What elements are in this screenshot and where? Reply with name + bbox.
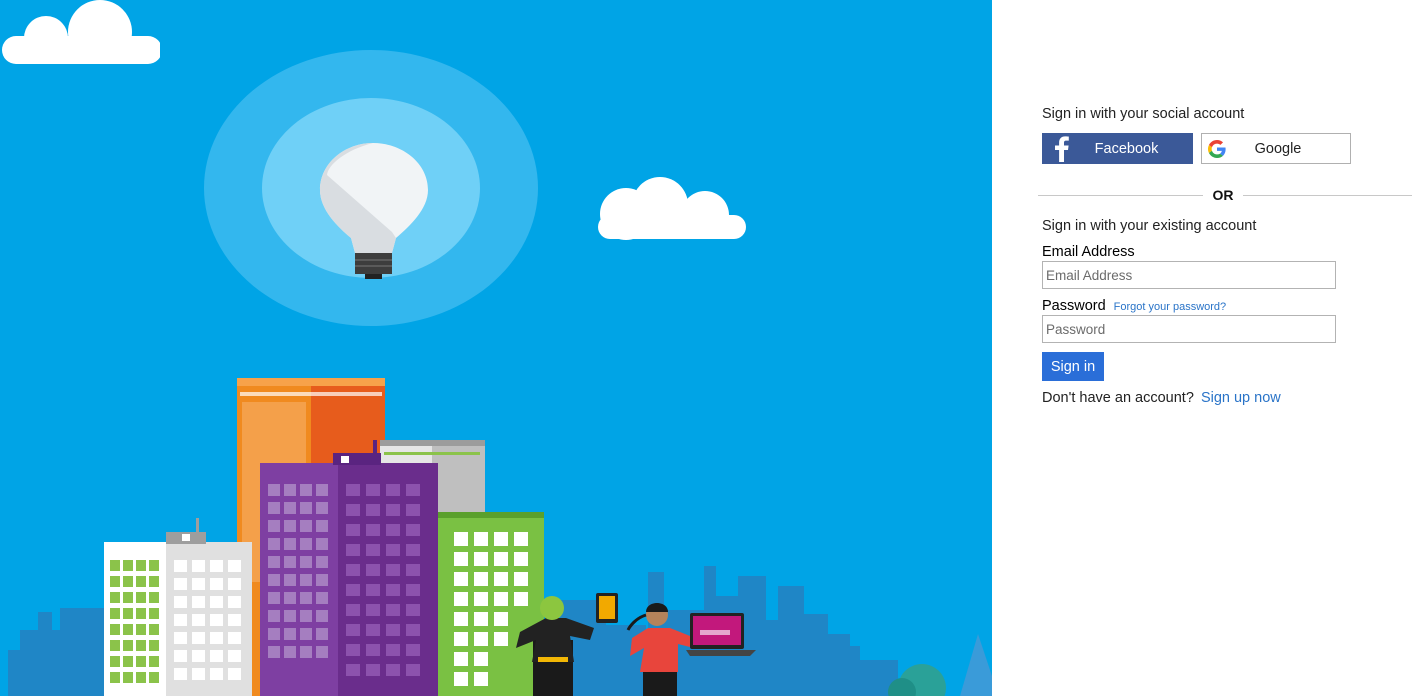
email-field-wrapper: [1042, 261, 1336, 289]
building-green: [438, 512, 544, 696]
social-heading: Sign in with your social account: [1042, 106, 1245, 122]
facebook-icon: [1042, 133, 1082, 164]
password-field[interactable]: [1042, 315, 1336, 343]
sign-in-button[interactable]: Sign in: [1042, 352, 1104, 381]
sign-in-panel: Sign in with your social account Faceboo…: [992, 0, 1428, 696]
signup-row: Don't have an account? Sign up now: [1042, 390, 1281, 406]
forgot-password-link[interactable]: Forgot your password?: [1114, 301, 1227, 313]
cloud-icon: [2, 0, 160, 64]
signup-prompt: Don't have an account?: [1042, 390, 1194, 406]
google-icon: [1202, 134, 1232, 163]
divider-line: [1243, 195, 1412, 196]
google-label: Google: [1254, 140, 1302, 157]
password-field-wrapper: [1042, 315, 1336, 343]
password-label: Password: [1042, 298, 1106, 314]
facebook-button[interactable]: Facebook: [1042, 133, 1193, 164]
hero-illustration: [0, 0, 992, 696]
divider-label: OR: [1212, 187, 1234, 203]
cloud-icon: [598, 177, 746, 240]
building-white: [104, 518, 252, 696]
divider-line: [1038, 195, 1203, 196]
local-account-heading: Sign in with your existing account: [1042, 218, 1257, 234]
email-field[interactable]: [1042, 261, 1336, 289]
google-button[interactable]: Google: [1201, 133, 1351, 164]
sign-in-wrapper: Sign in: [1042, 352, 1104, 381]
city-illustration: [8, 50, 992, 696]
social-buttons: Facebook Google: [1042, 133, 1351, 164]
facebook-label: Facebook: [1094, 140, 1159, 157]
email-label: Email Address: [1042, 244, 1135, 260]
password-label-row: Password Forgot your password?: [1042, 298, 1226, 314]
or-divider: OR: [1038, 187, 1412, 203]
lightbulb-icon: [204, 50, 538, 326]
sign-up-link[interactable]: Sign up now: [1201, 390, 1281, 406]
building-purple: [260, 440, 438, 696]
